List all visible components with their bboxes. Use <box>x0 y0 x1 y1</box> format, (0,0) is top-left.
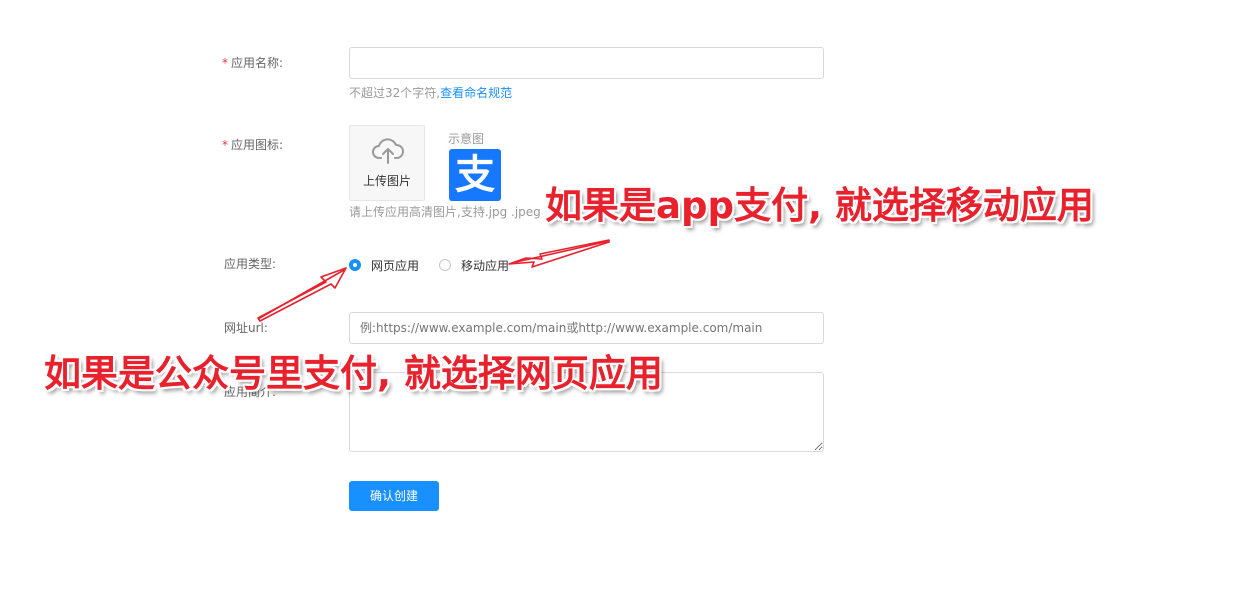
arrow-to-web-app <box>257 267 347 322</box>
annotation-mobile-note: 如果是app支付, 就选择移动应用 <box>545 184 1094 227</box>
arrow-to-mobile-app <box>508 239 610 268</box>
annotation-web-note: 如果是公众号里支付, 就选择网页应用 <box>44 352 663 395</box>
annotation-arrows <box>257 239 610 322</box>
